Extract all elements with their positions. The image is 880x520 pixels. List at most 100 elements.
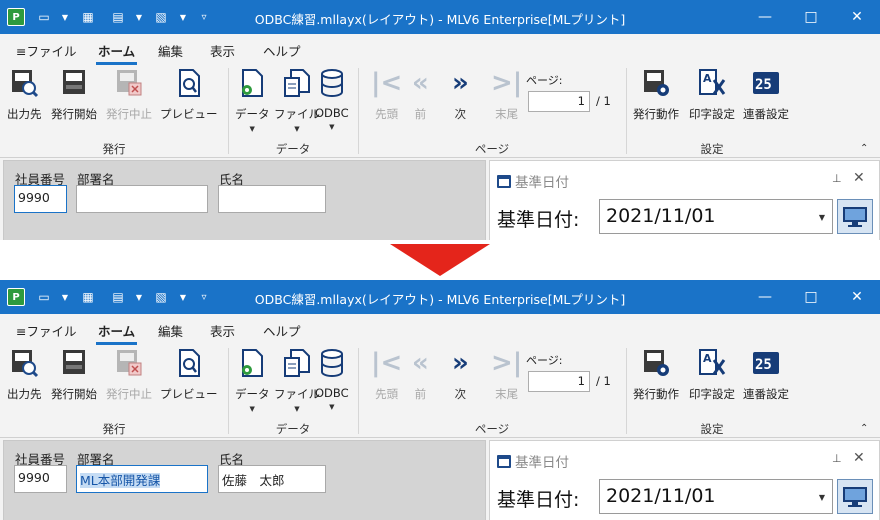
menu-file[interactable]: ≡ファイル <box>16 321 77 340</box>
page-input[interactable]: 1 <box>528 371 590 392</box>
name-field[interactable]: 佐藤 太郎 <box>218 465 326 493</box>
svg-text:A: A <box>703 352 712 365</box>
printer-icon[interactable]: ▦ <box>80 8 96 26</box>
maximize-button[interactable]: □ <box>788 280 834 314</box>
odbc-button[interactable]: ODBC ▼ <box>315 68 349 131</box>
app-icon: P <box>7 288 25 306</box>
first-page-button[interactable]: |< 先頭 <box>371 68 402 122</box>
emp-field[interactable]: 9990 <box>14 465 67 493</box>
menu-edit[interactable]: 編集 <box>158 321 183 340</box>
chevron-down-icon[interactable]: ▼ <box>134 8 144 26</box>
menu-home[interactable]: ホーム <box>95 321 138 345</box>
collapse-ribbon-icon[interactable]: ⌃ <box>860 143 868 154</box>
close-panel-icon[interactable]: ✕ <box>853 450 865 466</box>
prev-page-button[interactable]: «前 <box>412 348 429 402</box>
issue-action-button[interactable]: 発行動作 <box>633 348 679 402</box>
customize-toolbar-icon[interactable]: ▿ <box>199 8 209 26</box>
last-page-button[interactable]: >| 末尾 <box>491 348 522 402</box>
menu-bar: ≡ファイル ホーム 編集 表示 ヘルプ <box>0 37 880 65</box>
maximize-button[interactable]: □ <box>788 0 834 34</box>
print-setup-icon[interactable]: ▧ <box>153 288 169 306</box>
pin-icon[interactable]: ⊥ <box>832 452 842 465</box>
minimize-button[interactable]: — <box>742 0 788 34</box>
next-page-button[interactable]: » 次 <box>452 68 469 122</box>
name-field[interactable] <box>218 185 326 213</box>
list-icon: ≡ <box>16 324 27 339</box>
minimize-button[interactable]: — <box>742 280 788 314</box>
menu-file[interactable]: ≡ファイル <box>16 41 77 60</box>
chevron-down-icon[interactable]: ▼ <box>178 8 188 26</box>
menu-help[interactable]: ヘルプ <box>263 41 301 60</box>
start-issue-button[interactable]: 発行開始 <box>51 68 97 122</box>
data-button[interactable]: データ ▼ <box>235 348 270 413</box>
ribbon: 出力先 発行開始 発行中止 プレビュー 発行 データ ▼ ファイル ▼ ODBC <box>0 342 880 438</box>
chevron-down-icon[interactable]: ▼ <box>134 288 144 306</box>
emp-field[interactable]: 9990 <box>14 185 67 213</box>
dept-value-selected: ML本部開発課 <box>80 473 161 488</box>
pin-icon[interactable]: ⊥ <box>832 172 842 185</box>
open-folder-icon[interactable]: ▭ <box>36 8 52 26</box>
base-date-panel: 基準日付 ⊥ ✕ 基準日付: 2021/11/01 ▼ <box>489 160 880 240</box>
chevron-down-icon[interactable]: ▼ <box>60 8 70 26</box>
print-tools-icon: A <box>697 348 727 378</box>
date-select[interactable]: 2021/11/01 ▼ <box>599 199 833 234</box>
odbc-button[interactable]: ODBC ▼ <box>315 348 349 411</box>
start-issue-button[interactable]: 発行開始 <box>51 348 97 402</box>
monitor-icon <box>843 486 867 507</box>
preview-button[interactable]: プレビュー <box>160 68 218 122</box>
output-button[interactable]: 出力先 <box>7 348 42 402</box>
output-button[interactable]: 出力先 <box>7 68 42 122</box>
date-select[interactable]: 2021/11/01 ▼ <box>599 479 833 514</box>
prev-page-button[interactable]: «前 <box>412 68 429 122</box>
file-button[interactable]: ファイル ▼ <box>274 348 320 413</box>
close-button[interactable]: ✕ <box>834 0 880 34</box>
serial-settings-button[interactable]: 25 連番設定 <box>743 348 789 402</box>
issue-action-button[interactable]: 発行動作 <box>633 68 679 122</box>
last-page-button[interactable]: >| 末尾 <box>491 68 522 122</box>
customize-toolbar-icon[interactable]: ▿ <box>199 288 209 306</box>
first-page-button[interactable]: |< 先頭 <box>371 348 402 402</box>
close-panel-icon[interactable]: ✕ <box>853 170 865 186</box>
serial-settings-button[interactable]: 25 連番設定 <box>743 68 789 122</box>
list-icon: ≡ <box>16 44 27 59</box>
stop-issue-button[interactable]: 発行中止 <box>106 348 152 402</box>
print-settings-button[interactable]: A 印字設定 <box>689 68 735 122</box>
display-button[interactable] <box>837 479 873 514</box>
stop-issue-button[interactable]: 発行中止 <box>106 68 152 122</box>
chevron-down-icon[interactable]: ▼ <box>60 288 70 306</box>
open-folder-icon[interactable]: ▭ <box>36 288 52 306</box>
menu-edit[interactable]: 編集 <box>158 41 183 60</box>
file-button[interactable]: ファイル ▼ <box>274 68 320 133</box>
svg-text:A: A <box>703 72 712 85</box>
print-settings-button[interactable]: A 印字設定 <box>689 348 735 402</box>
data-button[interactable]: データ ▼ <box>235 68 270 133</box>
counter-icon: 25 <box>751 348 781 378</box>
dept-field[interactable]: ML本部開発課 <box>76 465 208 493</box>
display-button[interactable] <box>837 199 873 234</box>
close-button[interactable]: ✕ <box>834 280 880 314</box>
menu-view[interactable]: 表示 <box>210 321 235 340</box>
menu-help[interactable]: ヘルプ <box>263 321 301 340</box>
printer-search-icon <box>9 68 39 98</box>
print-setup-icon[interactable]: ▧ <box>153 8 169 26</box>
export-icon[interactable]: ▤ <box>110 288 126 306</box>
menu-home[interactable]: ホーム <box>95 41 138 65</box>
counter-icon: 25 <box>751 68 781 98</box>
chevron-down-icon: ▼ <box>818 213 825 222</box>
chevron-down-icon[interactable]: ▼ <box>178 288 188 306</box>
printer-stop-icon <box>114 68 144 98</box>
preview-button[interactable]: プレビュー <box>160 348 218 402</box>
collapse-ribbon-icon[interactable]: ⌃ <box>860 423 868 434</box>
printer-gear-icon <box>641 348 671 378</box>
page-label: ページ: <box>526 354 563 367</box>
export-icon[interactable]: ▤ <box>110 8 126 26</box>
next-page-button[interactable]: » 次 <box>452 348 469 402</box>
dept-field[interactable] <box>76 185 208 213</box>
page-label: ページ: <box>526 74 563 87</box>
document-search-icon <box>174 68 204 98</box>
printer-icon[interactable]: ▦ <box>80 288 96 306</box>
chevron-down-icon: ▼ <box>249 405 255 413</box>
database-icon <box>317 348 347 378</box>
menu-view[interactable]: 表示 <box>210 41 235 60</box>
page-input[interactable]: 1 <box>528 91 590 112</box>
